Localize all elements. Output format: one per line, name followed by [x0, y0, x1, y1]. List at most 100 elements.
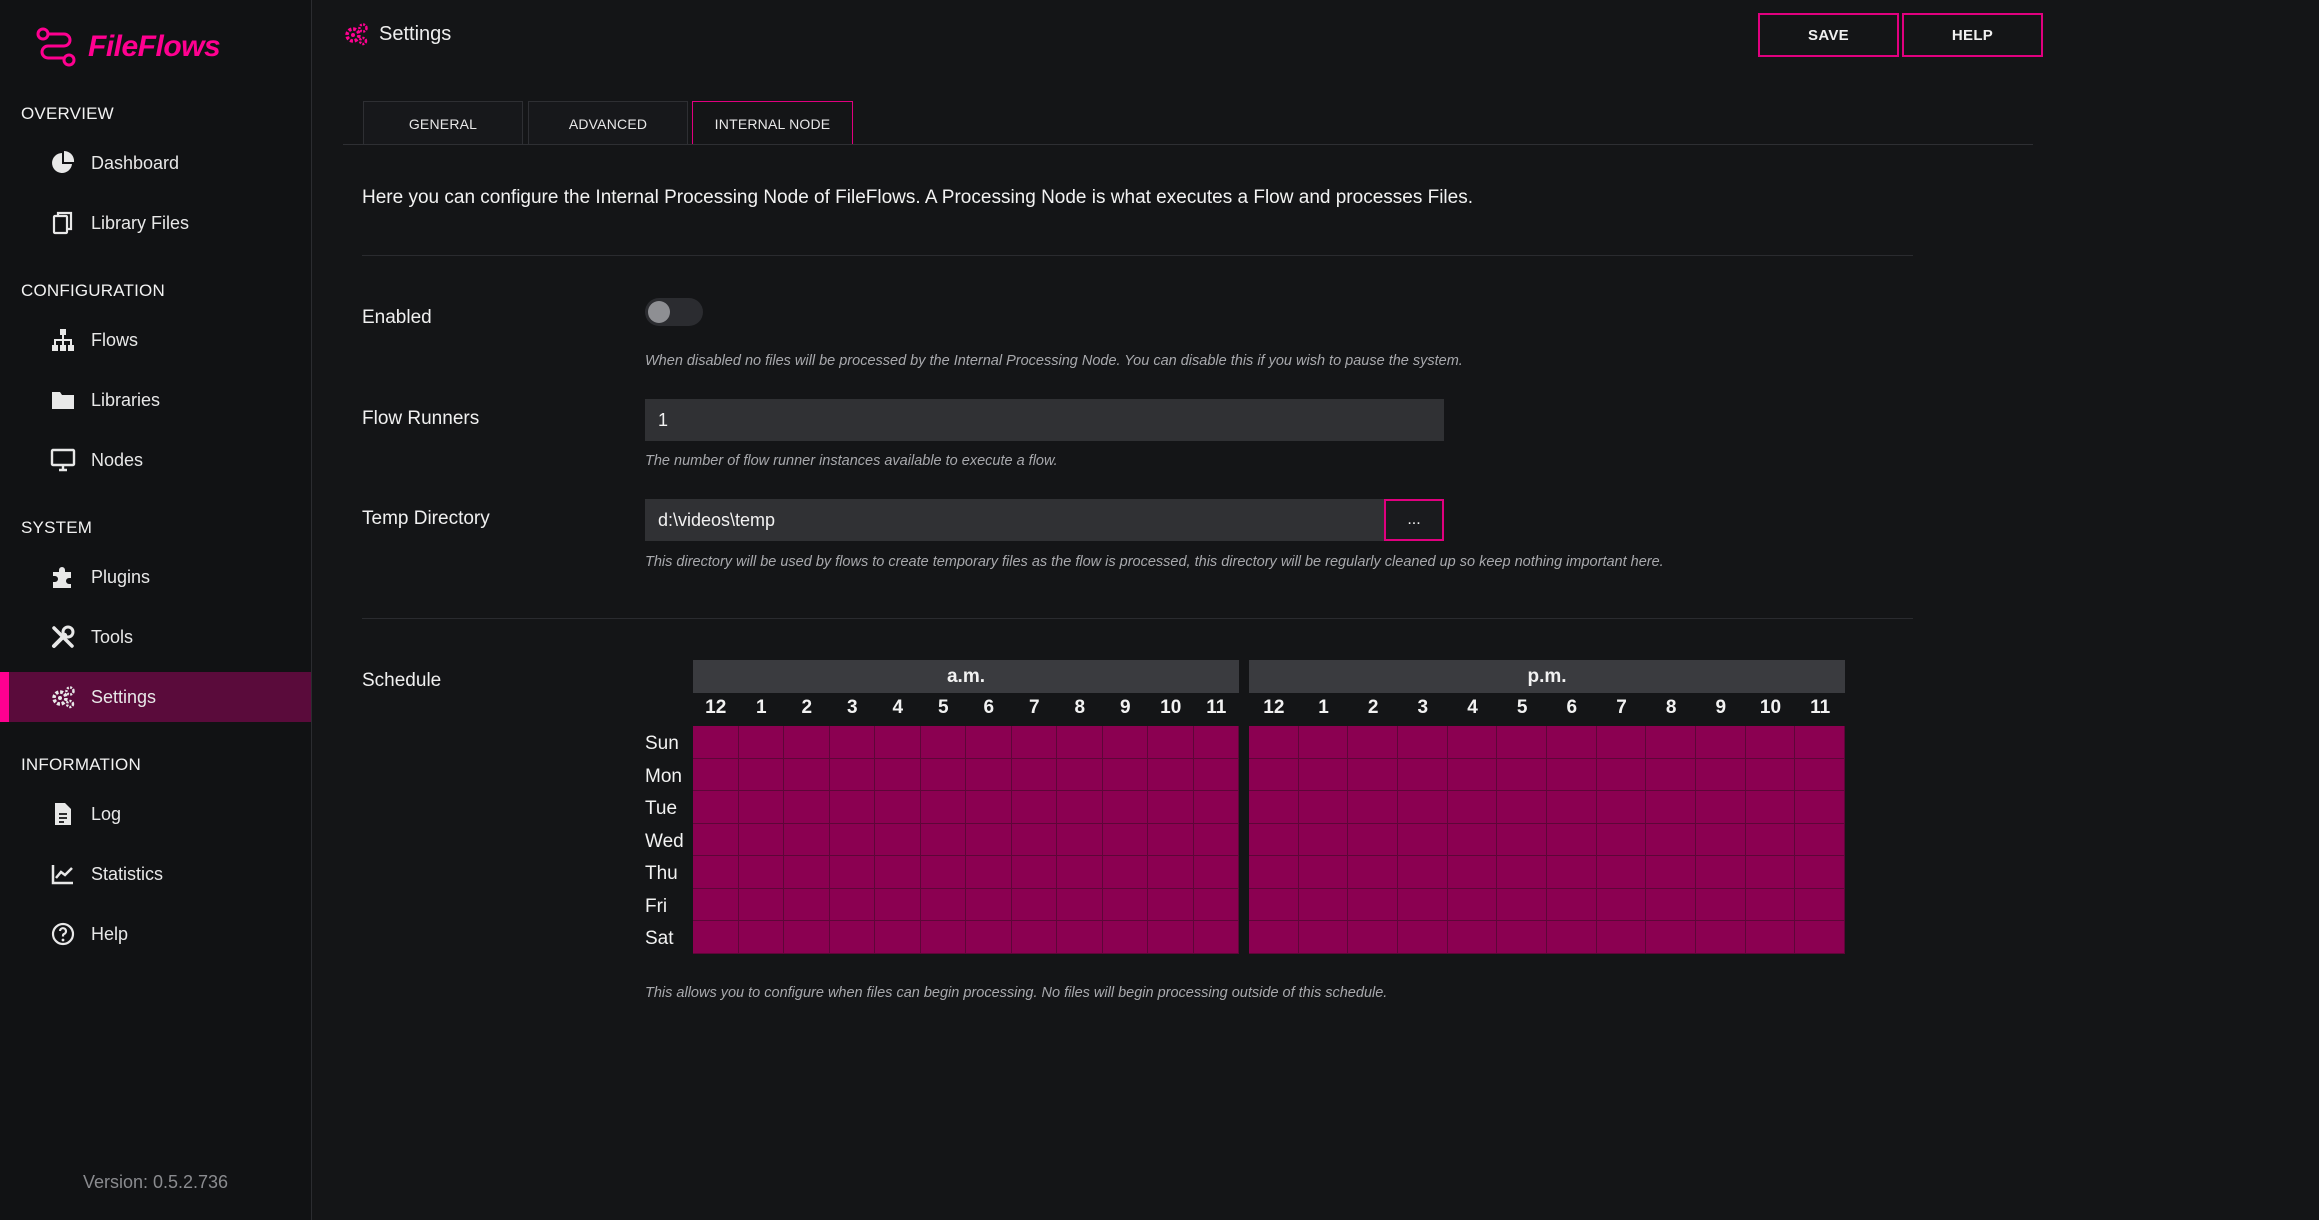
schedule-cell[interactable]	[1348, 791, 1398, 824]
schedule-cell[interactable]	[1148, 856, 1194, 889]
flow-runners-input[interactable]	[645, 399, 1444, 441]
schedule-cell[interactable]	[1745, 791, 1796, 824]
schedule-cell[interactable]	[1348, 856, 1398, 889]
schedule-cell[interactable]	[1057, 791, 1103, 824]
sidebar-item-flows[interactable]: Flows	[0, 315, 311, 365]
schedule-cell[interactable]	[1102, 888, 1148, 921]
save-button[interactable]: SAVE	[1758, 13, 1899, 57]
schedule-day-sat[interactable]: Sat	[645, 928, 674, 950]
schedule-cell[interactable]	[1193, 856, 1239, 889]
schedule-cell[interactable]	[920, 921, 966, 954]
schedule-cell[interactable]	[1745, 726, 1796, 759]
schedule-cell[interactable]	[1596, 921, 1647, 954]
schedule-cell[interactable]	[1011, 823, 1057, 856]
schedule-hour-pm-4[interactable]: 4	[1450, 697, 1496, 719]
schedule-cell[interactable]	[1102, 726, 1148, 759]
schedule-cell[interactable]	[1011, 791, 1057, 824]
schedule-cell[interactable]	[784, 888, 830, 921]
schedule-day-sun[interactable]: Sun	[645, 733, 679, 755]
schedule-cell[interactable]	[1596, 823, 1647, 856]
schedule-cell[interactable]	[920, 791, 966, 824]
schedule-cell[interactable]	[1695, 758, 1746, 791]
schedule-cell[interactable]	[966, 758, 1012, 791]
schedule-day-thu[interactable]: Thu	[645, 863, 678, 885]
schedule-cell[interactable]	[1397, 758, 1448, 791]
schedule-cell[interactable]	[784, 726, 830, 759]
schedule-cell[interactable]	[784, 921, 830, 954]
schedule-cell[interactable]	[829, 823, 875, 856]
schedule-cell[interactable]	[1011, 856, 1057, 889]
schedule-cell[interactable]	[1011, 758, 1057, 791]
schedule-cell[interactable]	[1193, 823, 1239, 856]
schedule-cell[interactable]	[1546, 921, 1597, 954]
schedule-cell[interactable]	[1546, 888, 1597, 921]
schedule-cell[interactable]	[920, 726, 966, 759]
schedule-cell[interactable]	[1397, 726, 1448, 759]
schedule-cell[interactable]	[1057, 758, 1103, 791]
schedule-cell[interactable]	[1546, 758, 1597, 791]
schedule-cell[interactable]	[1646, 888, 1696, 921]
schedule-cell[interactable]	[1795, 758, 1845, 791]
schedule-cell[interactable]	[1148, 888, 1194, 921]
schedule-cell[interactable]	[1497, 856, 1547, 889]
schedule-hour-am-2[interactable]: 2	[784, 697, 830, 719]
schedule-cell[interactable]	[1695, 856, 1746, 889]
sidebar-item-log[interactable]: Log	[0, 789, 311, 839]
schedule-cell[interactable]	[1795, 791, 1845, 824]
help-button[interactable]: HELP	[1902, 13, 2043, 57]
schedule-cell[interactable]	[1057, 823, 1103, 856]
schedule-cell[interactable]	[1249, 791, 1299, 824]
schedule-cell[interactable]	[966, 888, 1012, 921]
schedule-cell[interactable]	[1249, 921, 1299, 954]
schedule-cell[interactable]	[1497, 888, 1547, 921]
schedule-cell[interactable]	[1646, 856, 1696, 889]
schedule-cell[interactable]	[966, 726, 1012, 759]
schedule-day-fri[interactable]: Fri	[645, 896, 667, 918]
schedule-cell[interactable]	[1546, 823, 1597, 856]
schedule-cell[interactable]	[1348, 888, 1398, 921]
schedule-cell[interactable]	[1745, 823, 1796, 856]
schedule-cell[interactable]	[875, 921, 921, 954]
sidebar-item-statistics[interactable]: Statistics	[0, 849, 311, 899]
schedule-cell[interactable]	[1193, 888, 1239, 921]
schedule-cell[interactable]	[1102, 823, 1148, 856]
schedule-cell[interactable]	[1795, 921, 1845, 954]
schedule-hour-am-5[interactable]: 5	[920, 697, 966, 719]
schedule-cell[interactable]	[829, 758, 875, 791]
browse-button[interactable]: ...	[1384, 499, 1444, 541]
schedule-cell[interactable]	[1011, 921, 1057, 954]
schedule-cell[interactable]	[1193, 726, 1239, 759]
schedule-cell[interactable]	[1497, 921, 1547, 954]
sidebar-item-plugins[interactable]: Plugins	[0, 552, 311, 602]
schedule-cell[interactable]	[1249, 823, 1299, 856]
schedule-cell[interactable]	[1011, 888, 1057, 921]
schedule-hour-am-8[interactable]: 8	[1057, 697, 1103, 719]
schedule-hour-am-6[interactable]: 6	[966, 697, 1012, 719]
schedule-cell[interactable]	[875, 791, 921, 824]
sidebar-item-nodes[interactable]: Nodes	[0, 435, 311, 485]
schedule-cell[interactable]	[1057, 856, 1103, 889]
schedule-cell[interactable]	[1596, 758, 1647, 791]
schedule-cell[interactable]	[1249, 758, 1299, 791]
schedule-cell[interactable]	[920, 823, 966, 856]
schedule-cell[interactable]	[1646, 791, 1696, 824]
schedule-cell[interactable]	[1447, 888, 1498, 921]
schedule-cell[interactable]	[1298, 888, 1349, 921]
schedule-cell[interactable]	[784, 823, 830, 856]
schedule-cell[interactable]	[1148, 823, 1194, 856]
schedule-cell[interactable]	[1249, 888, 1299, 921]
enabled-toggle[interactable]	[645, 298, 703, 326]
schedule-cell[interactable]	[738, 921, 784, 954]
schedule-cell[interactable]	[1397, 888, 1448, 921]
schedule-cell[interactable]	[1546, 726, 1597, 759]
schedule-hour-am-12[interactable]: 12	[693, 697, 739, 719]
schedule-cell[interactable]	[920, 758, 966, 791]
schedule-hour-pm-5[interactable]: 5	[1499, 697, 1545, 719]
schedule-cell[interactable]	[1497, 823, 1547, 856]
schedule-day-tue[interactable]: Tue	[645, 798, 677, 820]
schedule-cell[interactable]	[829, 888, 875, 921]
schedule-cell[interactable]	[1447, 856, 1498, 889]
schedule-cell[interactable]	[693, 856, 739, 889]
schedule-cell[interactable]	[738, 856, 784, 889]
schedule-hour-pm-2[interactable]: 2	[1350, 697, 1396, 719]
